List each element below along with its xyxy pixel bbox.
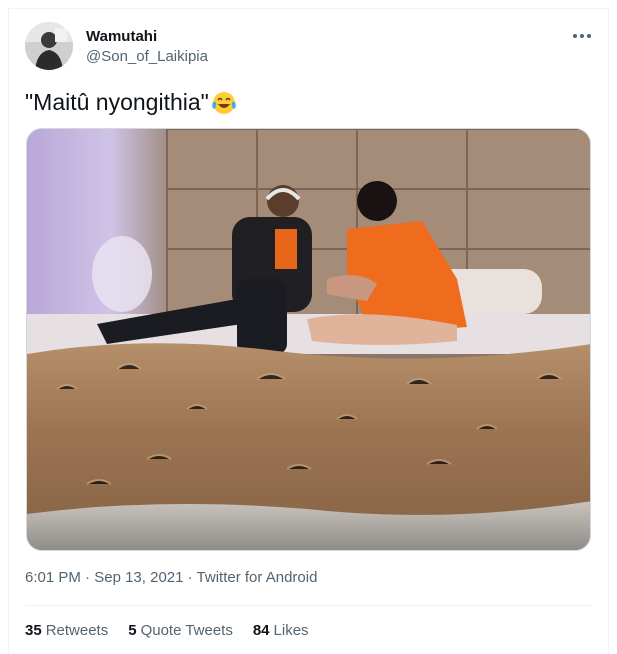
likes-stat[interactable]: 84 Likes [253, 622, 309, 639]
display-name[interactable]: Wamutahi [86, 28, 157, 45]
tweet-date[interactable]: Sep 13, 2021 [94, 569, 183, 586]
retweets-count: 35 [25, 622, 42, 639]
quote-tweets-label: Quote Tweets [140, 622, 233, 639]
likes-count: 84 [252, 622, 270, 639]
quote-tweets-count: 5 [128, 622, 137, 639]
divider [25, 605, 592, 606]
likes-label: Likes [273, 622, 309, 639]
quote-tweets-stat[interactable]: 5 Quote Tweets [128, 622, 233, 639]
retweets-label: Retweets [45, 622, 109, 639]
tweet-meta: 6:01 PM · Sep 13, 2021 · Twitter for And… [25, 569, 317, 586]
meta-separator: · [183, 569, 197, 586]
retweets-stat[interactable]: 35 Retweets [25, 622, 108, 639]
tweet-text: "Maitû nyongithia" [25, 89, 237, 116]
tears-of-joy-emoji-icon [211, 90, 237, 116]
tweet-photo[interactable] [26, 128, 591, 551]
tweet-time[interactable]: 6:01 PM [25, 569, 81, 586]
tweet-body: "Maitû nyongithia" [25, 89, 209, 115]
more-horizontal-icon[interactable] [572, 28, 592, 44]
meta-separator: · [80, 569, 95, 586]
avatar[interactable] [25, 22, 73, 70]
tweet-stats: 35 Retweets 5 Quote Tweets 84 Likes [25, 622, 309, 639]
tweet-source[interactable]: Twitter for Android [197, 569, 318, 586]
user-handle[interactable]: @Son_of_Laikipia [86, 48, 208, 65]
